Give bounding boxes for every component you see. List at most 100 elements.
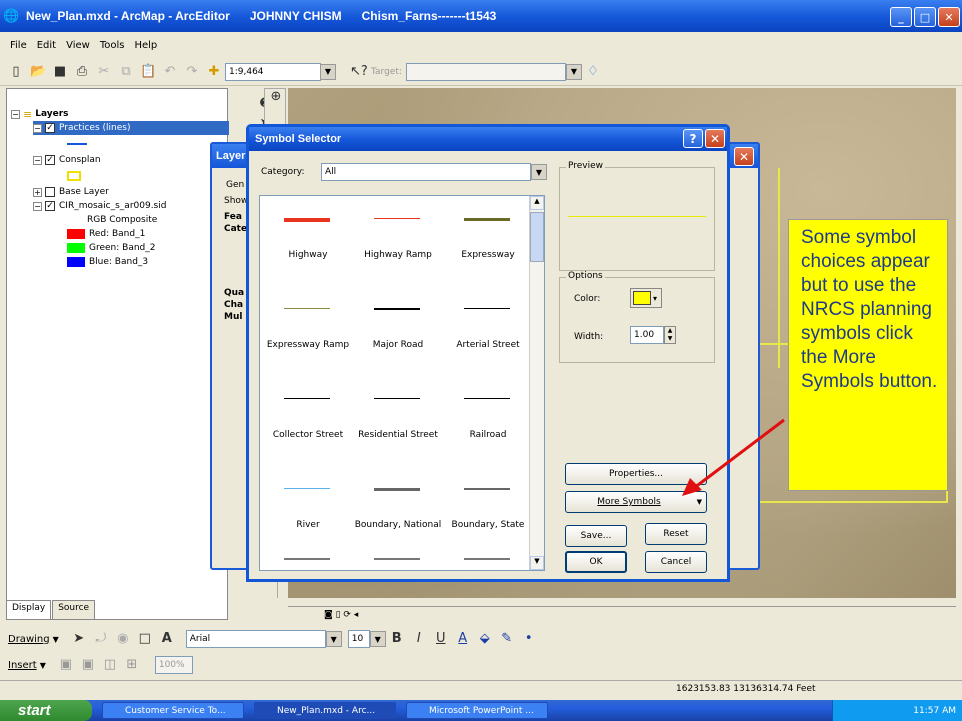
menu-tools[interactable]: Tools [100,40,125,51]
paste-icon[interactable]: 📋 [140,64,156,80]
renderer-item[interactable]: Fea [224,212,242,222]
scale-input[interactable]: 1:9,464 [225,62,321,81]
chevron-down-icon[interactable]: ▼ [40,661,46,670]
symbol-item[interactable]: Expressway [444,210,532,280]
scroll-thumb[interactable] [530,212,544,262]
cancel-button[interactable]: Cancel [645,551,707,573]
map-scroll-bar[interactable]: ◙ ▯ ⟳ ◂ [288,606,956,622]
chevron-down-icon[interactable]: ▼ [53,635,59,644]
font-color-icon[interactable]: A [455,631,471,647]
start-button[interactable]: start [0,700,92,721]
font-dropdown[interactable]: Arial [185,630,326,648]
order-icon[interactable]: ◫ [102,657,118,673]
chevron-down-icon[interactable]: ▼ [320,63,336,80]
tab-source[interactable]: Source [52,600,96,620]
category-dropdown[interactable]: All [321,163,531,181]
new-icon[interactable]: ▯ [8,64,24,80]
menu-help[interactable]: Help [134,40,157,51]
tab-display[interactable]: Display [6,600,52,620]
taskbar-item-active[interactable]: New_Plan.mxd - Arc... [254,702,396,719]
scroll-down-icon[interactable]: ▼ [530,556,544,570]
toc-cir-row[interactable]: − ✓ CIR_mosaic_s_ar009.sid [33,199,166,213]
rectangle-icon[interactable]: □ [137,631,153,647]
fill-color-icon[interactable]: ⬙ [477,631,493,647]
scroll-up-icon[interactable]: ▲ [530,196,544,210]
zoom-in-icon[interactable]: ⊕ [268,89,284,105]
copy-icon[interactable]: ⧉ [118,64,134,80]
bold-icon[interactable]: B [389,631,405,647]
undo-icon[interactable]: ↶ [162,64,178,80]
symbol-item[interactable]: Boundary, State [444,480,532,550]
open-icon[interactable]: 📂 [30,64,46,80]
ungroup-icon[interactable]: ▣ [80,657,96,673]
save-button[interactable]: Save... [565,525,627,547]
insert-menu[interactable]: Insert [8,660,37,671]
rotate-icon[interactable]: ⤾ [93,631,109,647]
width-spinner[interactable]: ▲ ▼ [664,326,676,344]
collapse-icon[interactable]: − [11,109,20,119]
menu-edit[interactable]: Edit [37,40,56,51]
renderer-item[interactable]: Cate [224,224,247,234]
symbol-item[interactable]: Railroad [444,390,532,460]
symbol-item[interactable]: Residential Street [354,390,442,460]
width-input[interactable]: 1.00 [630,326,664,344]
collapse-icon[interactable]: − [33,155,42,165]
toc-base-layer-row[interactable]: + Base Layer [33,185,109,199]
close-icon[interactable]: ✕ [734,147,754,166]
group-icon[interactable]: ▣ [58,657,74,673]
symbol-item[interactable]: Expressway Ramp [264,300,352,370]
visibility-checkbox[interactable]: ✓ [45,201,55,211]
target-dropdown[interactable] [405,62,566,81]
collapse-icon[interactable]: − [33,123,42,133]
zoom-level-dropdown[interactable]: 100% [154,656,193,674]
editor-icon[interactable]: ♢ [585,64,601,80]
chevron-down-icon[interactable]: ▼ [325,631,342,647]
text-icon[interactable]: A [159,631,175,647]
symbol-item[interactable]: Highway Ramp [354,210,442,280]
select-elements-icon[interactable]: ➤ [71,631,87,647]
expand-icon[interactable]: + [33,187,42,197]
collapse-icon[interactable]: − [33,201,42,211]
symbol-item[interactable]: Arterial Street [444,300,532,370]
symbol-item[interactable]: Highway [264,210,352,280]
save-icon[interactable]: ■ [52,64,68,80]
menu-file[interactable]: File [10,40,27,51]
chevron-down-icon[interactable]: ▼ [369,631,386,647]
symbol-item[interactable]: Major Road [354,300,442,370]
add-data-icon[interactable]: ✚ [206,64,222,80]
close-button[interactable]: ✕ [938,7,960,27]
line-color-icon[interactable]: ✎ [499,631,515,647]
menu-view[interactable]: View [66,40,90,51]
symbol-item[interactable]: River [264,480,352,550]
renderer-item[interactable]: Mul [224,312,242,322]
italic-icon[interactable]: I [411,631,427,647]
ok-button[interactable]: OK [565,551,627,573]
symbol-item[interactable]: Boundary, National [354,480,442,550]
chevron-down-icon[interactable]: ▼ [531,164,547,180]
visibility-checkbox[interactable]: ✓ [45,123,55,133]
underline-icon[interactable]: U [433,631,449,647]
zoom-whole-icon[interactable]: ◉ [115,631,131,647]
toc-layers[interactable]: − ≡ Layers [11,107,69,121]
maximize-button[interactable]: □ [914,7,936,27]
layout-view-icon[interactable]: ◙ ▯ ⟳ ◂ [324,610,358,620]
color-picker[interactable]: ▾ [630,288,662,308]
minimize-button[interactable]: _ [890,7,912,27]
visibility-checkbox[interactable]: ✓ [45,155,55,165]
symbol-item[interactable]: Collector Street [264,390,352,460]
help-button[interactable]: ? [683,129,703,148]
visibility-checkbox[interactable] [45,187,55,197]
cut-icon[interactable]: ✂ [96,64,112,80]
marker-color-icon[interactable]: • [521,631,537,647]
toc-consplan-row[interactable]: − ✓ Consplan [33,153,101,167]
align-icon[interactable]: ⊞ [124,657,140,673]
drawing-menu[interactable]: Drawing [8,634,50,645]
renderer-item[interactable]: Cha [224,300,243,310]
redo-icon[interactable]: ↷ [184,64,200,80]
taskbar-item[interactable]: Customer Service To... [102,702,244,719]
dialog-close-button[interactable]: ✕ [705,129,725,148]
symbol-list[interactable]: ▲ ▼ Highway Highway Ramp Expressway Express… [259,195,545,571]
whats-this-icon[interactable]: ↖? [350,64,368,80]
chevron-down-icon[interactable]: ▼ [565,63,582,80]
print-icon[interactable]: ⎙ [74,64,90,80]
